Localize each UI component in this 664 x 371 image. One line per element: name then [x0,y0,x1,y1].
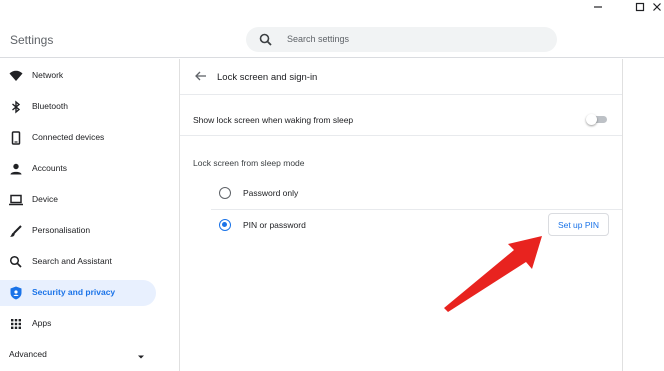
radio-option-password-only[interactable]: Password only [211,178,622,210]
phone-icon [8,130,24,146]
laptop-icon [8,192,24,208]
sidebar-item-device[interactable]: Device [0,187,156,213]
sidebar: Network Bluetooth Connected devices Acco… [0,59,180,371]
sidebar-item-label: Connected devices [32,132,105,142]
section-label: Lock screen from sleep mode [193,158,305,168]
bluetooth-icon [8,99,24,115]
search-input[interactable]: Search settings [287,34,349,44]
minimize-icon[interactable] [589,0,607,14]
apps-grid-icon [8,316,24,332]
wifi-icon [8,68,24,84]
sidebar-item-label: Apps [32,318,52,328]
shield-icon [8,285,24,301]
sidebar-item-label: Personalisation [32,225,91,235]
show-lock-screen-toggle[interactable] [586,114,608,125]
set-up-pin-button[interactable]: Set up PIN [548,213,609,236]
close-icon[interactable] [648,0,664,14]
person-icon [8,161,24,177]
show-lock-screen-row: Show lock screen when waking from sleep [180,96,622,136]
sidebar-item-bluetooth[interactable]: Bluetooth [0,94,156,120]
content-divider [622,59,623,371]
chevron-down-icon[interactable] [136,349,146,359]
radio-button[interactable] [219,187,231,199]
sidebar-item-network[interactable]: Network [0,63,156,89]
sidebar-item-connected-devices[interactable]: Connected devices [0,125,156,151]
maximize-icon[interactable] [631,0,649,14]
search-icon [8,254,24,270]
sidebar-item-label: Device [32,194,58,204]
page-header: Lock screen and sign-in [180,59,622,95]
search-box[interactable]: Search settings [246,27,557,52]
sidebar-item-label: Network [32,70,64,80]
back-arrow-icon[interactable] [194,69,208,83]
sidebar-item-security-and-privacy[interactable]: Security and privacy [0,280,156,306]
sidebar-item-label: Security and privacy [32,287,116,297]
sidebar-item-label: Search and Assistant [32,256,112,266]
title-bar: Settings Search settings [0,0,664,58]
app-title: Settings [10,33,54,47]
show-lock-screen-label: Show lock screen when waking from sleep [193,115,354,125]
sidebar-item-apps[interactable]: Apps [0,311,156,337]
sidebar-item-search-and-assistant[interactable]: Search and Assistant [0,249,156,275]
sidebar-item-personalisation[interactable]: Personalisation [0,218,156,244]
sidebar-item-accounts[interactable]: Accounts [0,156,156,182]
radio-label: Password only [243,188,299,198]
search-icon [258,32,274,48]
page-title: Lock screen and sign-in [217,72,318,83]
brush-icon [8,223,24,239]
sidebar-item-label: Bluetooth [32,101,68,111]
advanced-toggle[interactable]: Advanced [9,349,47,359]
radio-label: PIN or password [243,220,306,230]
annotation-arrow-icon [444,236,542,312]
radio-button-selected[interactable] [219,219,231,231]
sidebar-item-label: Accounts [32,163,67,173]
